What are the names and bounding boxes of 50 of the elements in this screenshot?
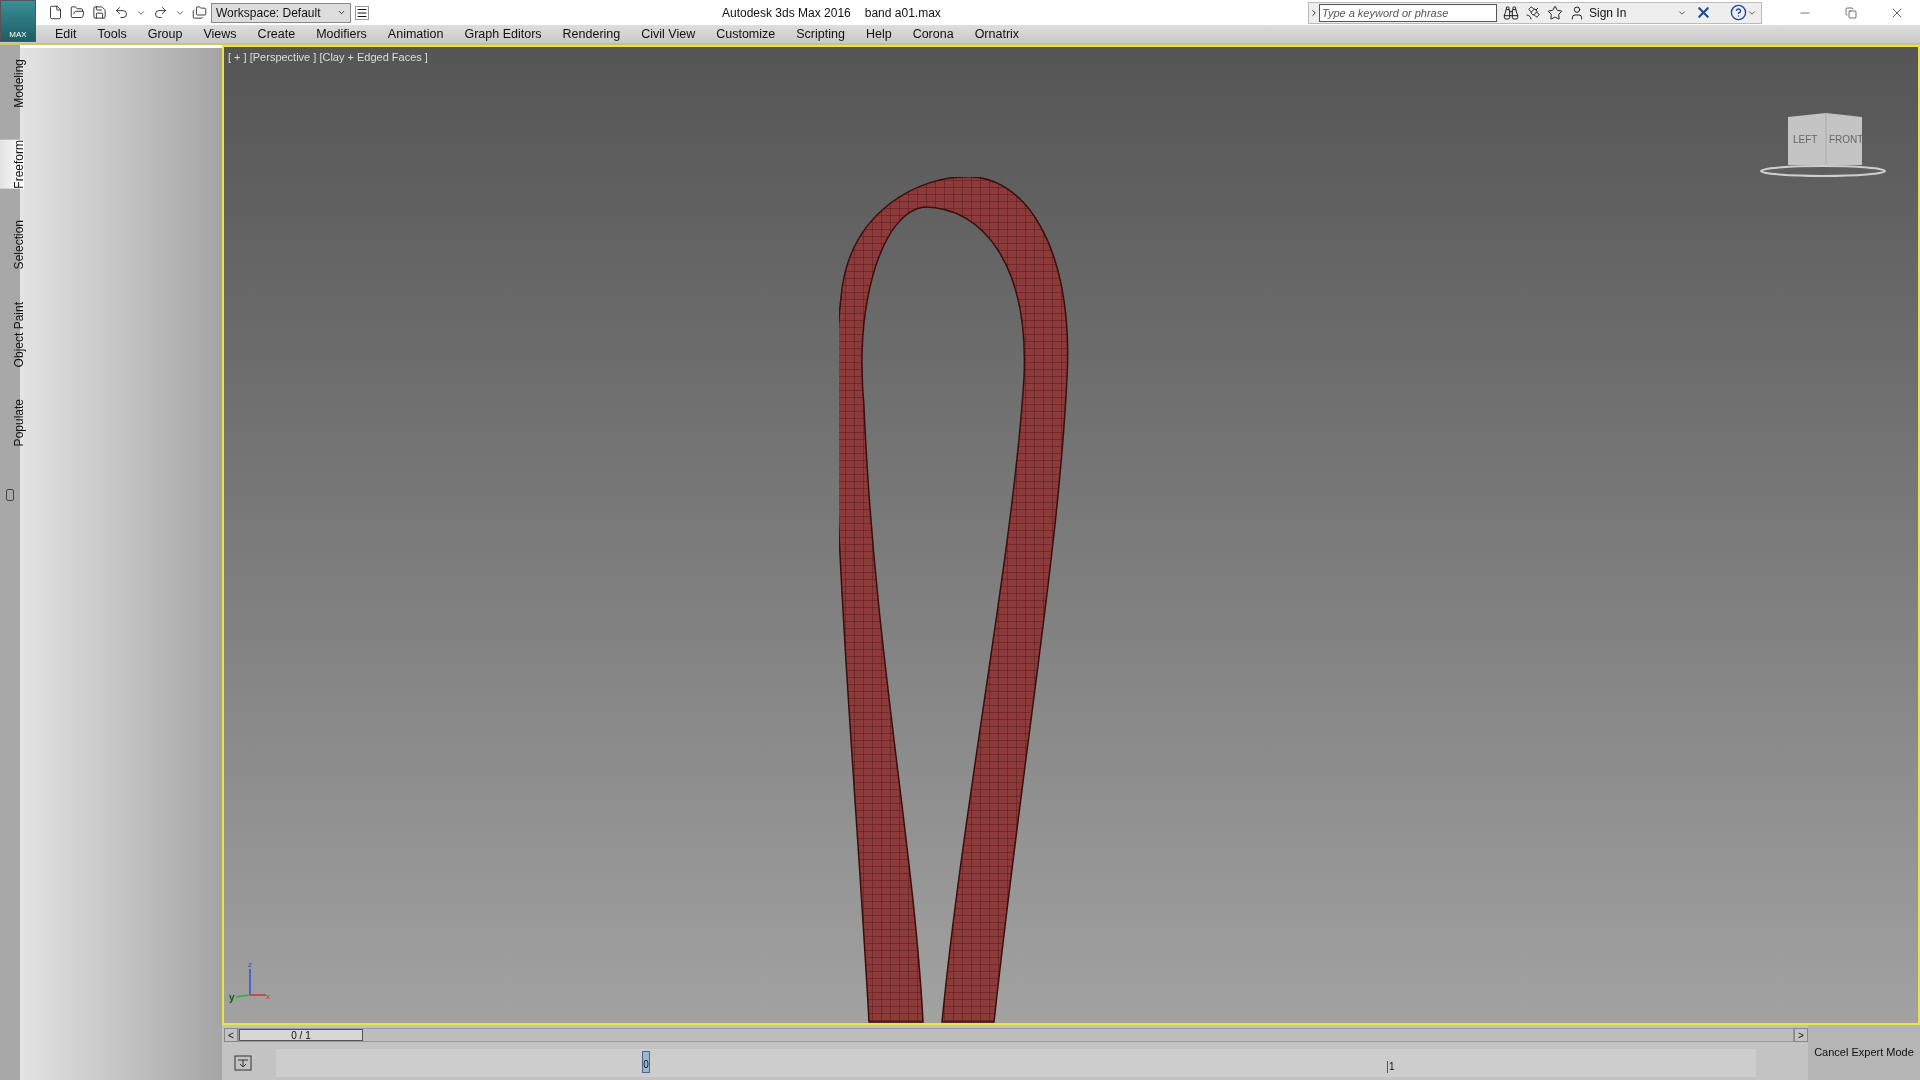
star-icon[interactable] xyxy=(1547,4,1563,21)
ribbon-tab[interactable]: Object Paint xyxy=(0,301,24,368)
workspace-dropdown[interactable]: Workspace: Default xyxy=(211,2,351,23)
save-icon[interactable] xyxy=(92,5,107,20)
frame-tick-label: 1 xyxy=(1387,1060,1395,1073)
help-icon[interactable] xyxy=(1730,4,1747,21)
menu-item[interactable]: Scripting xyxy=(796,24,845,44)
undo-icon[interactable] xyxy=(114,5,129,20)
menu-item[interactable]: Ornatrix xyxy=(974,24,1020,44)
ribbon-tab[interactable]: Populate xyxy=(0,399,24,447)
new-file-icon[interactable] xyxy=(48,5,63,20)
window-title: Autodesk 3ds Max 2016 band a01.max xyxy=(722,5,941,22)
menu-item[interactable]: Civil View xyxy=(641,24,696,44)
binoculars-icon[interactable] xyxy=(1503,4,1519,21)
menu-item[interactable]: Customize xyxy=(716,24,776,44)
user-icon[interactable] xyxy=(1569,4,1585,21)
next-frame-button[interactable]: > xyxy=(1794,1028,1808,1042)
menu-item[interactable]: Graph Editors xyxy=(464,24,542,44)
ribbon-tab[interactable]: Modeling xyxy=(0,59,24,108)
timeline-track[interactable]: 0 1 xyxy=(276,1048,1756,1077)
restore-icon[interactable] xyxy=(1845,6,1857,19)
previous-frame-button[interactable]: < xyxy=(224,1028,238,1042)
redo-icon[interactable] xyxy=(153,5,168,20)
key-mode-icon[interactable] xyxy=(234,1054,252,1071)
expand-icon[interactable] xyxy=(1309,7,1319,18)
ribbon-tab[interactable]: Freeform xyxy=(0,139,24,189)
time-slider-thumb[interactable]: 0 / 1 xyxy=(239,1029,363,1041)
satellite-icon[interactable] xyxy=(1525,4,1541,21)
menu-item[interactable]: Rendering xyxy=(562,24,621,44)
current-frame-marker[interactable]: 0 xyxy=(642,1050,650,1073)
menu-item[interactable]: Group xyxy=(147,24,183,44)
menu-item[interactable]: Edit xyxy=(55,24,77,44)
ribbon-tab[interactable]: Selection xyxy=(0,220,24,270)
menu-item[interactable]: Views xyxy=(203,24,237,44)
menu-item[interactable]: Modifiers xyxy=(316,24,367,44)
viewport-label[interactable]: [ + ] [Perspective ] [Clay + Edged Faces ] xyxy=(228,49,428,66)
menu-item[interactable]: Help xyxy=(865,24,892,44)
exchange-icon[interactable] xyxy=(1695,4,1712,21)
search-field[interactable]: Type a keyword or phrase xyxy=(1319,3,1497,22)
axis-gizmo-drawing: z y x xyxy=(228,959,272,1003)
project-folder-icon[interactable] xyxy=(192,5,207,20)
menu-item[interactable]: Create xyxy=(257,24,296,44)
app-menu-button[interactable]: MAX xyxy=(0,0,36,42)
customize-toolbar-icon[interactable] xyxy=(355,5,369,20)
menu-item[interactable]: Corona xyxy=(912,24,954,44)
sign-in-link[interactable]: Sign In xyxy=(1589,3,1677,22)
menu-item[interactable]: Animation xyxy=(387,24,444,44)
caret-icon[interactable] xyxy=(337,8,346,17)
open-folder-icon[interactable] xyxy=(70,5,85,20)
menu-item[interactable]: Tools xyxy=(97,24,127,44)
